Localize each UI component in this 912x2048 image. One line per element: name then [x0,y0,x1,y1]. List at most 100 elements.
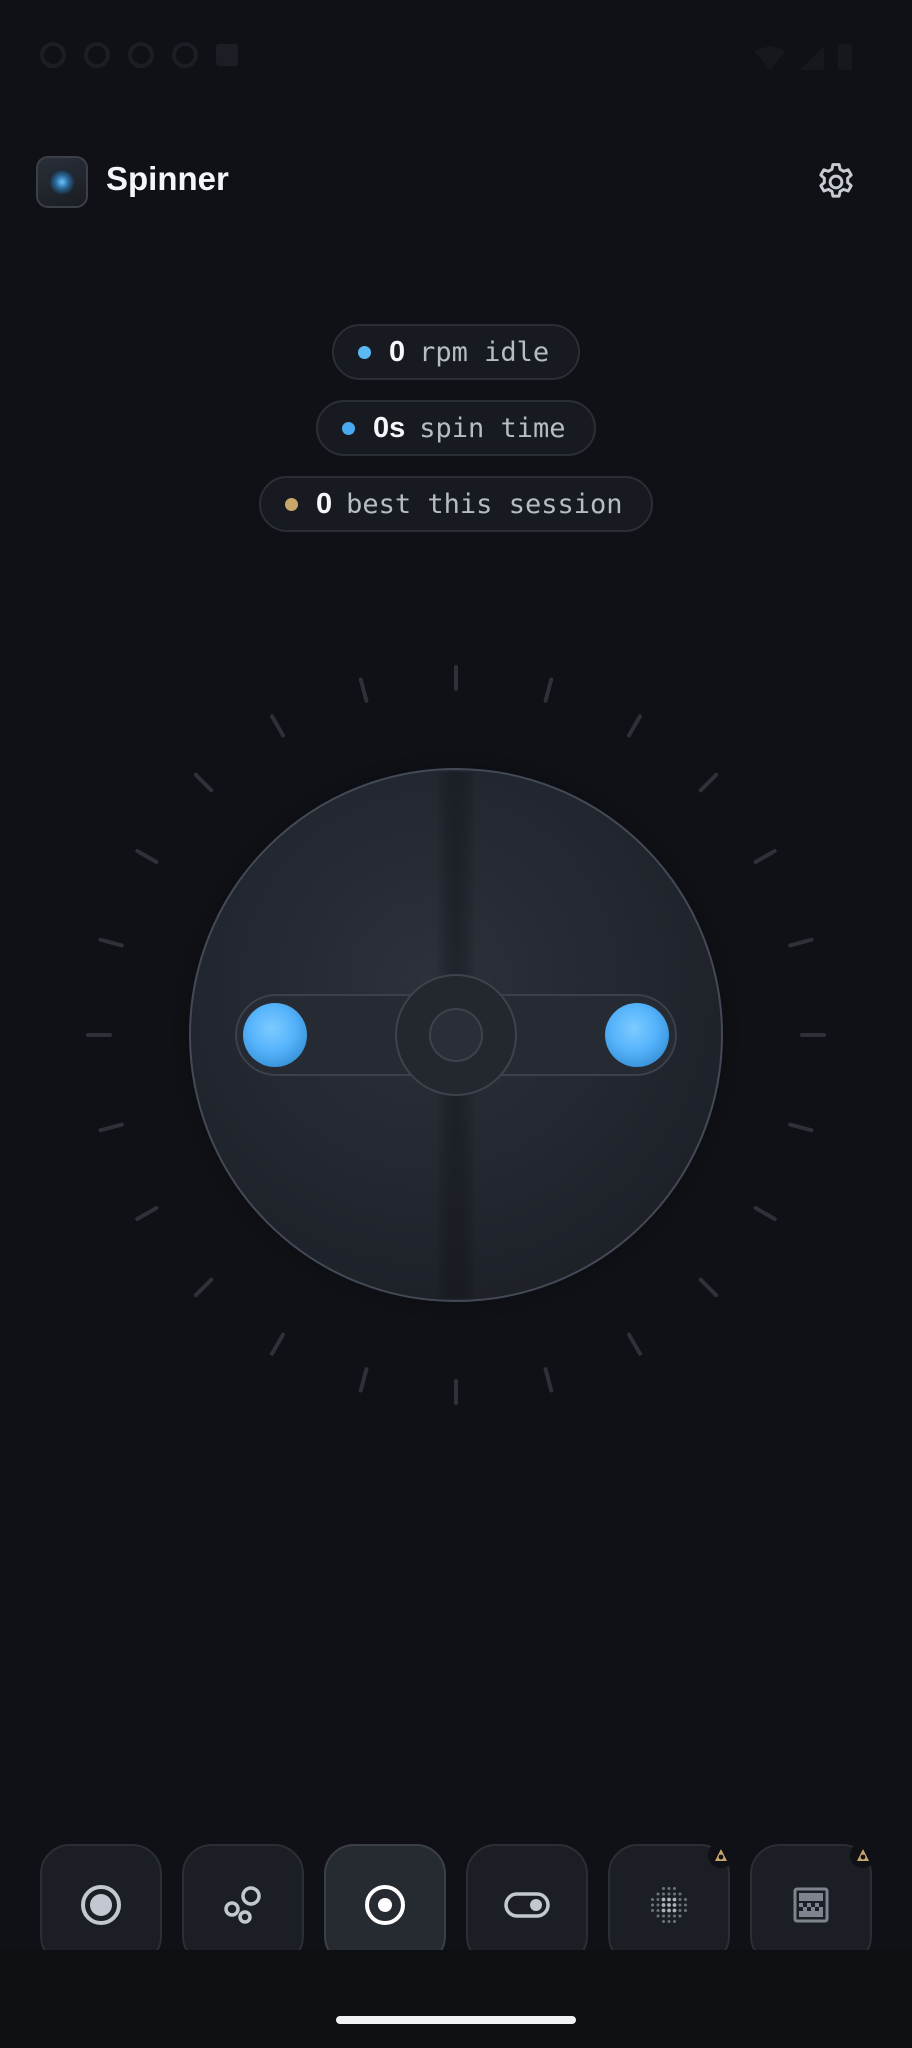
grid-dot [667,1914,671,1918]
tick-mark [270,1332,285,1356]
grid-dot [678,1914,682,1918]
nav-ring-button[interactable] [40,1844,162,1966]
signal-icon [800,46,824,70]
grid-dot [661,1908,666,1913]
grid-dot [673,1887,676,1890]
best-session-stat-pill: 0 best this session [259,476,653,532]
grid-dot [662,1887,665,1890]
tick-mark [753,1206,777,1221]
lock-badge [708,1842,734,1868]
grid-dot [651,1898,654,1901]
rpm-stat-pill: 0 rpm idle [332,324,580,380]
grid-dot [672,1908,677,1913]
pixel-screen-icon [793,1887,829,1923]
grid-dot [651,1909,654,1912]
grid-dot [656,1903,660,1907]
app-title: Spinner [106,160,229,197]
grid-dot [662,1920,665,1923]
status-bar [0,0,912,120]
tick-mark [98,937,124,948]
spinner-hub-center [429,1008,483,1062]
spinner-area [0,660,912,1410]
lock-badge [850,1842,876,1868]
grid-dot [656,1909,660,1912]
spin-time-value: 0s [373,411,406,444]
grid-dot [662,1892,665,1896]
lock-icon [715,1849,727,1861]
grid-dot [656,1914,660,1918]
tick-mark [135,1206,159,1221]
grid-dot [678,1898,682,1901]
tick-mark [543,1367,554,1393]
spinner-weight-left [243,1003,307,1067]
spin-time-label: spin time [419,412,566,444]
tick-mark [788,1122,814,1133]
tick-mark [270,714,285,738]
nav-spinner-button[interactable] [324,1844,446,1966]
nav-toggle-button[interactable] [466,1844,588,1966]
nav-bubbles-button[interactable] [182,1844,304,1966]
tick-mark [753,849,777,864]
status-dot [342,421,355,435]
rpm-value: 0 [389,335,406,368]
spin-time-stat-pill: 0s spin time [316,400,596,456]
status-icons-left [40,42,238,68]
tick-mark [98,1122,124,1133]
lock-icon [857,1849,869,1861]
grid-dot [667,1892,671,1896]
tick-mark [698,772,719,793]
grid-dot [684,1903,687,1907]
app-header: Spinner [0,150,912,214]
grid-dot [662,1914,665,1918]
gesture-area [0,1950,912,2048]
spinner-icon [365,1885,405,1925]
notification-icon [40,42,66,68]
tick-mark [627,1332,642,1356]
grid-dot [661,1903,666,1907]
grid-dot [684,1909,687,1912]
settings-button[interactable] [812,158,860,206]
rpm-label: rpm idle [419,336,550,368]
grid-dot [661,1897,666,1902]
tick-mark [698,1277,719,1298]
tick-mark [358,1367,369,1393]
fidget-spinner[interactable] [0,660,912,1410]
status-icons-right [754,44,852,70]
grid-dot [684,1898,687,1901]
home-indicator[interactable] [336,2016,576,2024]
grid-dot [673,1920,676,1923]
nav-dot-grid-button[interactable] [608,1842,734,1966]
battery-icon [838,44,852,70]
notification-icon [216,44,238,66]
dot-grid-icon [651,1887,687,1923]
tick-mark [627,714,642,738]
grid-dot [667,1897,671,1902]
best-label: best this session [346,488,623,520]
grid-dot [672,1897,677,1902]
tick-mark [193,1277,214,1298]
notification-icon [172,42,198,68]
grid-dot [667,1887,671,1890]
tick-mark [543,677,554,703]
spinner-weight-right [605,1003,669,1067]
spinner-logo-icon [36,156,88,208]
nav-pixel-screen-button[interactable] [750,1842,876,1966]
grid-dot [673,1914,676,1918]
tick-mark [193,772,214,793]
tick-mark [358,677,369,703]
grid-dot [656,1898,660,1901]
ring-icon [81,1885,121,1925]
grid-dot [667,1908,671,1913]
grid-dot [667,1920,671,1923]
grid-dot [678,1892,682,1896]
grid-dot [678,1909,682,1912]
tick-mark [788,937,814,948]
best-value: 0 [316,487,333,520]
bubbles-icon [224,1886,261,1924]
toggle-icon [504,1892,550,1918]
tick-mark [135,849,159,864]
notification-icon [128,42,154,68]
grid-dot [672,1903,677,1907]
grid-dot [667,1903,671,1907]
grid-dot [651,1903,654,1907]
